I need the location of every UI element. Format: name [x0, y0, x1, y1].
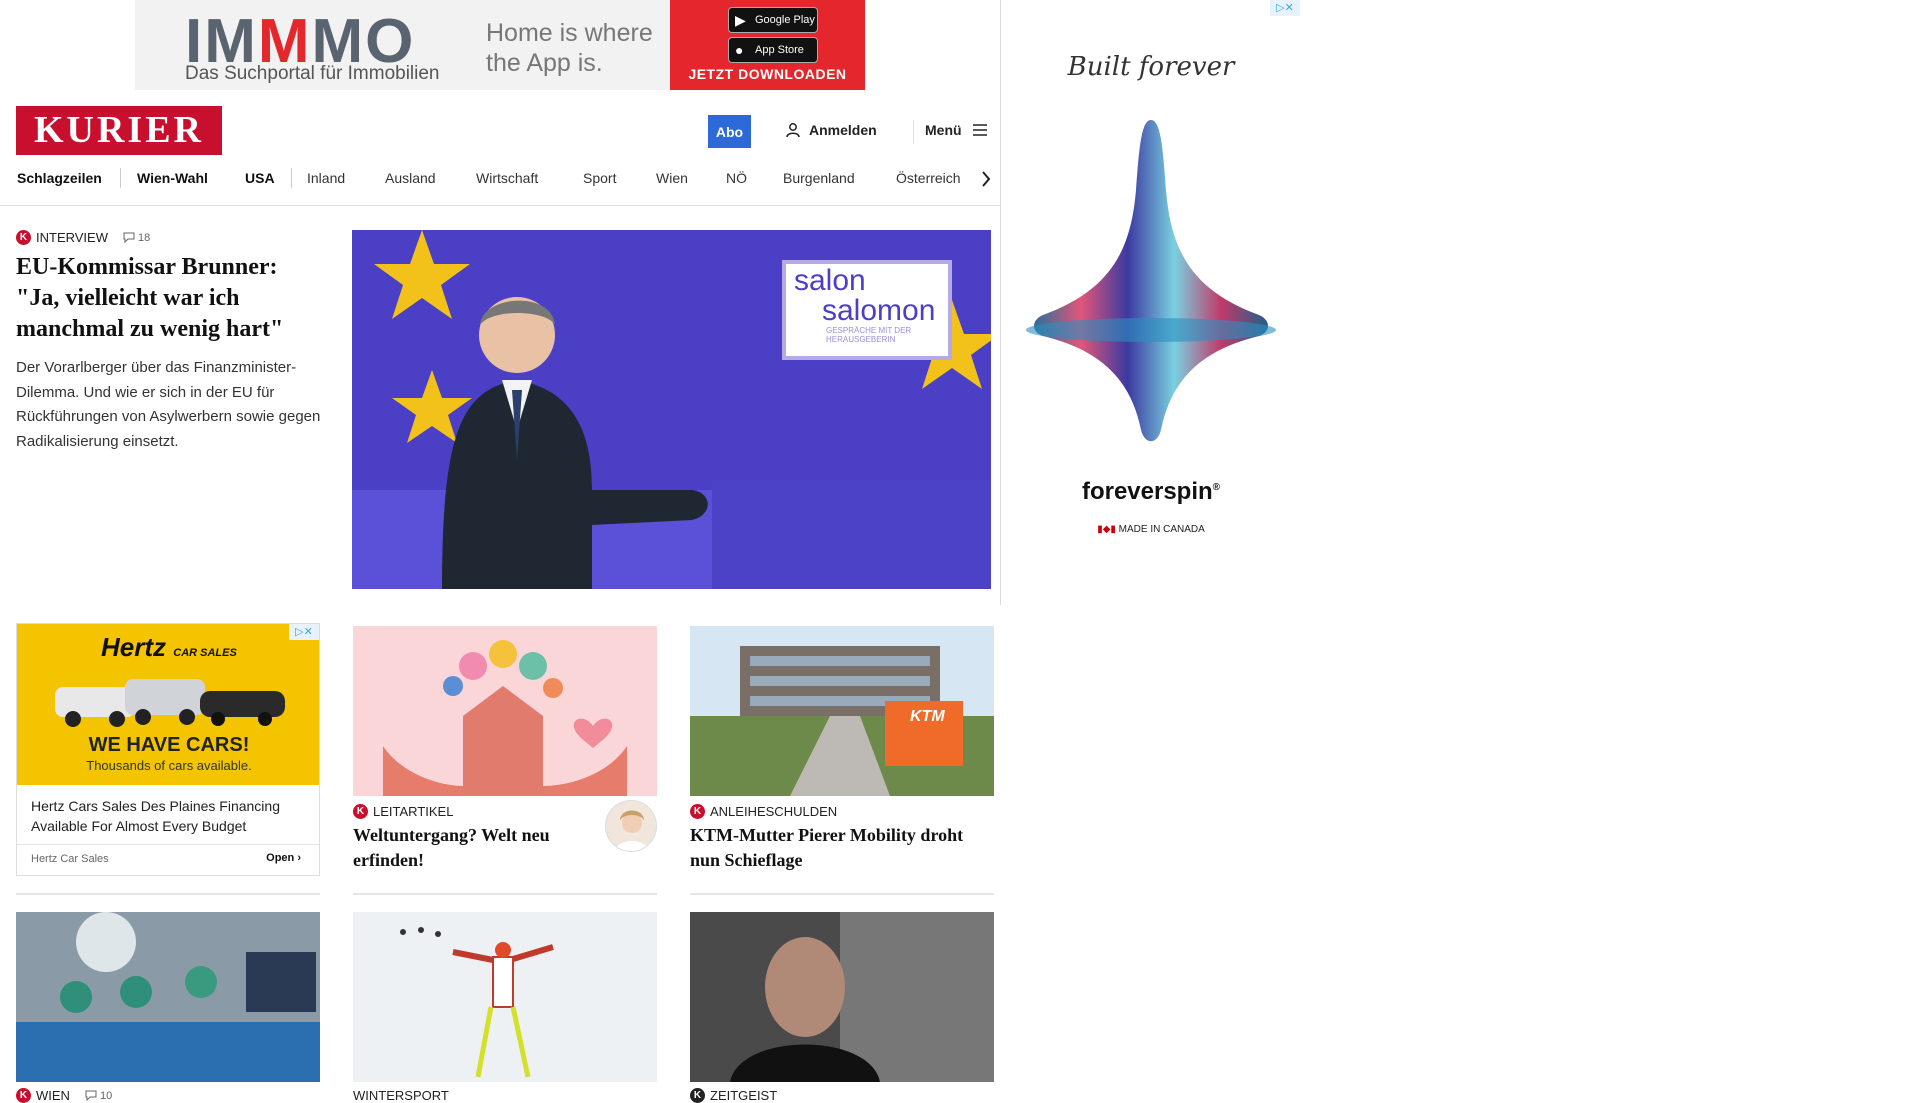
flowers-illustration: [353, 626, 657, 796]
nav-separator: [291, 168, 292, 188]
ad-open-button[interactable]: Open ›: [266, 852, 301, 864]
nav-item-wien[interactable]: Wien: [656, 170, 688, 186]
ad-tagline: Home is where the App is.: [486, 19, 653, 77]
author-avatar: [605, 800, 657, 852]
lead-headline[interactable]: EU-Kommissar Brunner: "Ja, vielleicht wa…: [16, 252, 326, 345]
surgery-photo: [16, 912, 320, 1082]
nav-item-wien-wahl[interactable]: Wien-Wahl: [137, 170, 208, 186]
card-image[interactable]: [353, 912, 657, 1082]
nav-item-wirtschaft[interactable]: Wirtschaft: [476, 170, 538, 186]
nav-separator: [120, 168, 121, 188]
comment-icon: [85, 1090, 97, 1101]
card-image[interactable]: [690, 912, 994, 1082]
hertz-ad-image: Hertz CAR SALES WE HAVE CARS! Thousands …: [17, 624, 319, 785]
author-portrait: [614, 810, 650, 851]
hertz-ad[interactable]: Hertz CAR SALES WE HAVE CARS! Thousands …: [16, 623, 320, 876]
abo-button[interactable]: Abo: [708, 115, 751, 148]
card-headline[interactable]: KTM-Mutter Pierer Mobility droht nun Sch…: [690, 823, 994, 873]
kurier-k-icon: K: [690, 804, 705, 819]
adchoices-icon[interactable]: ▷✕: [1270, 0, 1300, 16]
ad-divider: [17, 844, 319, 845]
top-banner-ad[interactable]: IMMMO Das Suchportal für Immobilien Home…: [135, 0, 865, 90]
header-divider: [913, 120, 914, 144]
lead-teaser[interactable]: Der Vorarlberger über das Finanzminister…: [16, 356, 321, 454]
kurier-k-icon: K: [16, 230, 31, 245]
user-icon: [786, 123, 800, 138]
cars-image: [55, 679, 285, 727]
ad-headline: WE HAVE CARS!: [88, 734, 250, 756]
menu-button[interactable]: Menü: [925, 122, 988, 138]
ad-script-text: Built forever: [1067, 52, 1235, 82]
card-divider: [16, 893, 320, 895]
spinning-top-image: [1026, 120, 1276, 442]
ktm-building-photo: [690, 626, 994, 796]
kurier-logo[interactable]: KURIER: [16, 106, 222, 155]
sidebar-ad[interactable]: ▷✕ Built forever foreverspin® ▮◆▮ MADE I…: [1000, 0, 1300, 605]
chevron-right-icon[interactable]: [980, 170, 992, 188]
hertz-logo: Hertz CAR SALES: [101, 632, 237, 662]
app-store-badge[interactable]: ● App Store: [728, 37, 818, 63]
section-nav: Schlagzeilen Wien-Wahl USA Inland Auslan…: [0, 168, 1000, 206]
comment-icon: [123, 232, 135, 243]
card-kicker: K ZEITGEIST: [690, 1088, 777, 1103]
card-kicker: K LEITARTIKEL: [353, 804, 453, 819]
made-in-canada: ▮◆▮ MADE IN CANADA: [1097, 524, 1205, 535]
login-label: Anmelden: [809, 122, 877, 138]
kurier-k-icon: K: [690, 1088, 705, 1103]
card-divider: [690, 893, 994, 895]
card-image[interactable]: KTM: [690, 626, 994, 796]
ad-source: Hertz Car Sales: [31, 853, 109, 865]
hamburger-icon: [972, 124, 987, 136]
card-kicker: K WIEN 10: [16, 1088, 112, 1103]
apple-icon: ●: [735, 42, 744, 58]
comment-count[interactable]: 10: [85, 1090, 112, 1102]
ad-subline: Thousands of cars available.: [86, 758, 252, 773]
kurier-k-icon: K: [353, 804, 368, 819]
card-kicker: K ANLEIHESCHULDEN: [690, 804, 837, 819]
lead-image[interactable]: salon salomon GESPRÄCHE MIT DER HERAUSGE…: [352, 230, 991, 589]
adchoices-icon[interactable]: ▷✕: [289, 624, 319, 640]
nav-item-oesterreich[interactable]: Österreich: [896, 170, 961, 186]
ad-title[interactable]: Hertz Cars Sales Des Plaines Financing A…: [31, 796, 311, 836]
nav-item-inland[interactable]: Inland: [307, 170, 345, 186]
nav-item-usa[interactable]: USA: [245, 170, 275, 186]
card-image[interactable]: [353, 626, 657, 796]
portrait-photo: [690, 912, 994, 1082]
download-cta[interactable]: ▶ Google Play ● App Store JETZT DOWNLOADEN: [670, 0, 865, 90]
canada-flag-icon: ▮◆▮: [1097, 524, 1116, 535]
comment-count[interactable]: 18: [123, 232, 150, 244]
google-play-badge[interactable]: ▶ Google Play: [728, 7, 818, 33]
card-image[interactable]: [16, 912, 320, 1082]
lead-kicker: K INTERVIEW 18: [16, 230, 150, 245]
nav-item-sport[interactable]: Sport: [583, 170, 616, 186]
login-button[interactable]: Anmelden: [785, 122, 877, 138]
nav-item-ausland[interactable]: Ausland: [385, 170, 436, 186]
card-divider: [353, 893, 657, 895]
kurier-k-icon: K: [16, 1088, 31, 1103]
ktm-sign-text: KTM: [910, 708, 945, 725]
download-label: JETZT DOWNLOADEN: [688, 66, 847, 82]
ad-subtitle: Das Suchportal für Immobilien: [185, 63, 440, 84]
chevron-right-icon: ›: [297, 852, 301, 864]
card-kicker: WINTERSPORT: [353, 1088, 449, 1103]
ad-brand: foreverspin®: [1081, 478, 1221, 505]
ski-jump-photo: [353, 912, 657, 1082]
nav-item-schlagzeilen[interactable]: Schlagzeilen: [17, 170, 102, 186]
menu-label: Menü: [925, 122, 962, 138]
nav-item-burgenland[interactable]: Burgenland: [783, 170, 855, 186]
play-icon: ▶: [735, 12, 746, 28]
card-headline[interactable]: Weltuntergang? Welt neu erfinden!: [353, 823, 593, 873]
salon-salomon-badge: salon salomon GESPRÄCHE MIT DER HERAUSGE…: [782, 260, 952, 360]
nav-item-noe[interactable]: NÖ: [726, 170, 747, 186]
